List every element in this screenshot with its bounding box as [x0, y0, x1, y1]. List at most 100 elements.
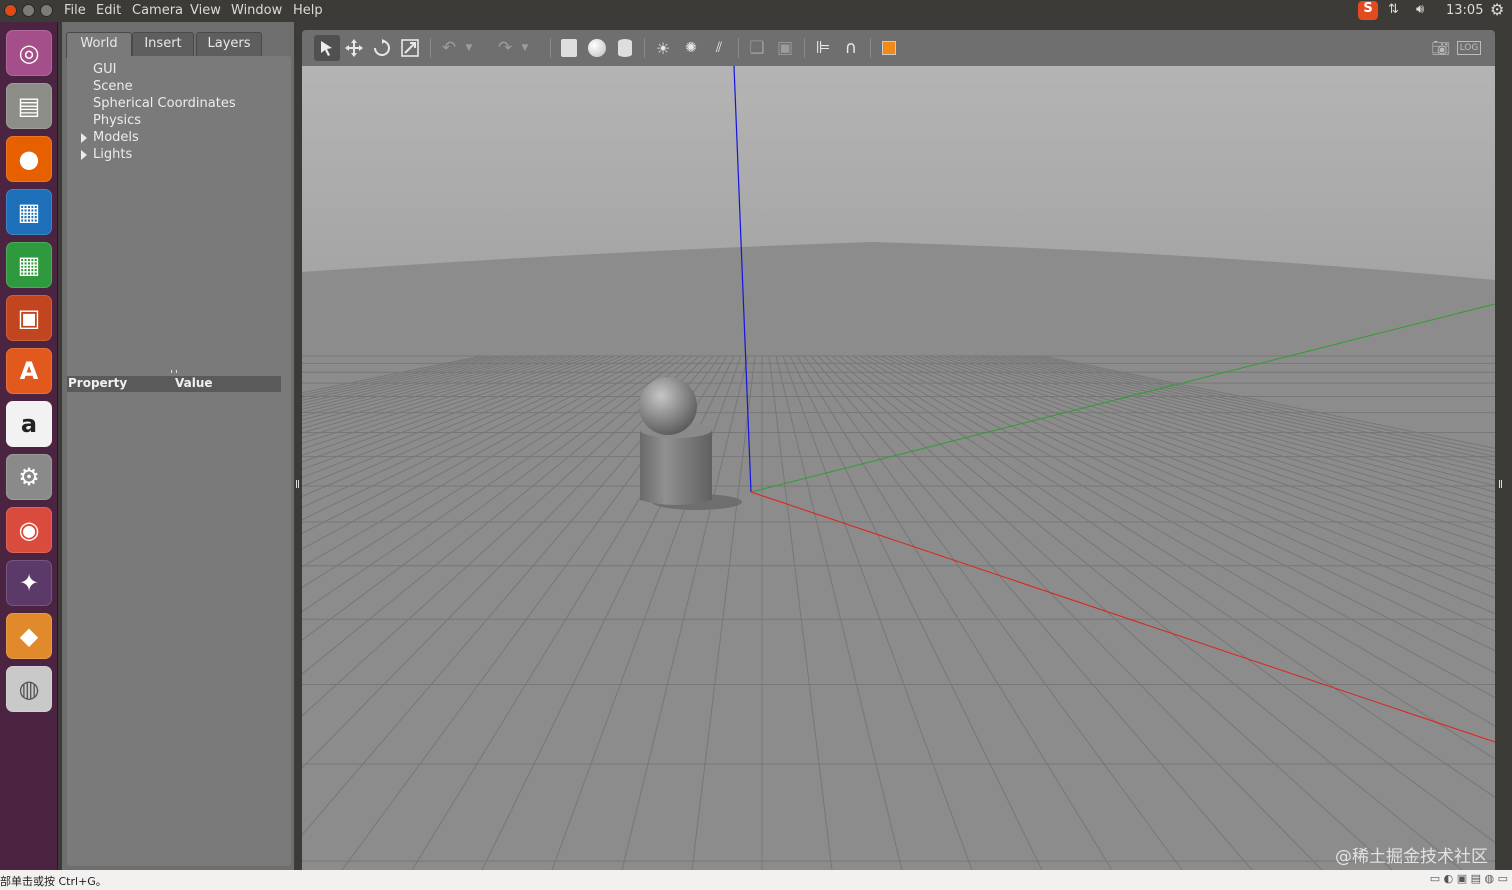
- menu-camera[interactable]: Camera: [132, 3, 183, 18]
- scene-canvas[interactable]: [302, 66, 1495, 870]
- dvd-icon[interactable]: ◍: [6, 666, 52, 712]
- redo-history-chevron-down-icon[interactable]: ▼: [518, 35, 532, 61]
- align-button[interactable]: ⊫: [810, 35, 836, 61]
- redo-button[interactable]: ↷: [492, 35, 518, 61]
- toolbar-separator: [430, 38, 431, 58]
- maximize-window-button[interactable]: [40, 4, 53, 17]
- undo-button[interactable]: ↶: [436, 35, 462, 61]
- tab-insert[interactable]: Insert: [132, 32, 194, 56]
- files-icon[interactable]: ▤: [6, 83, 52, 129]
- 3d-viewport[interactable]: [302, 66, 1495, 870]
- sphere-icon: [588, 39, 606, 57]
- align-icon: ⊫: [815, 38, 831, 58]
- magnet-icon: ∩: [844, 38, 858, 58]
- undo-history-chevron-down-icon[interactable]: ▼: [462, 35, 476, 61]
- ros-icon[interactable]: ✦: [6, 560, 52, 606]
- log-icon: LOG: [1456, 41, 1482, 55]
- writer-icon[interactable]: ▦: [6, 189, 52, 235]
- cylinder-model: [640, 430, 712, 505]
- calc-icon[interactable]: ▦: [6, 242, 52, 288]
- network-icon[interactable]: ⇅: [1388, 2, 1399, 17]
- sphere-model: [639, 377, 697, 435]
- ubuntu-dash-icon[interactable]: ◎: [6, 30, 52, 76]
- log-button[interactable]: LOG: [1456, 35, 1482, 61]
- clock[interactable]: 13:05: [1446, 3, 1483, 18]
- tree-item-models[interactable]: Models: [93, 130, 139, 145]
- status-text: 部单击或按 Ctrl+G。: [0, 875, 107, 888]
- gear-icon[interactable]: ⚙: [1490, 0, 1504, 19]
- scale-icon: [401, 39, 419, 57]
- spot-light-icon: ✺: [685, 40, 697, 56]
- toolbar: ↶ ▼ ↷ ▼ ☀ ✺ ⫽ ❏ ▣ ⊫ ∩ 📷︎ LOG: [302, 30, 1495, 66]
- cylinder-shape-button[interactable]: [612, 35, 638, 61]
- copy-button[interactable]: ❏: [744, 35, 770, 61]
- launcher: ◎ ▤ ● ▦ ▦ ▣ Aa ⚙ ◉ ✦ ◆ ◍: [0, 22, 58, 870]
- firefox-icon[interactable]: ●: [6, 136, 52, 182]
- spot-light-button[interactable]: ✺: [678, 35, 704, 61]
- menu-view[interactable]: View: [190, 3, 221, 18]
- sun-icon: ☀: [655, 38, 671, 58]
- software-center-icon[interactable]: A: [6, 348, 52, 394]
- tree-item-scene[interactable]: Scene: [93, 79, 133, 94]
- impress-icon[interactable]: ▣: [6, 295, 52, 341]
- settings-icon[interactable]: ⚙: [6, 454, 52, 500]
- left-panel: World Insert Layers GUI Scene Spherical …: [62, 22, 298, 870]
- property-table-header: Property Value: [67, 370, 281, 392]
- menu-file[interactable]: File: [64, 3, 86, 18]
- close-window-button[interactable]: [4, 4, 17, 17]
- column-resize-handle[interactable]: [171, 370, 177, 373]
- world-tree: GUI Scene Spherical Coordinates Physics …: [67, 56, 291, 866]
- toolbar-separator: [870, 38, 871, 58]
- view-angle-button[interactable]: [876, 35, 902, 61]
- tree-item-gui[interactable]: GUI: [93, 62, 116, 77]
- point-light-button[interactable]: ☀: [650, 35, 676, 61]
- menu-help[interactable]: Help: [293, 3, 323, 18]
- sphere-shape-button[interactable]: [584, 35, 610, 61]
- rotate-mode-button[interactable]: [369, 35, 395, 61]
- box-shape-button[interactable]: [556, 35, 582, 61]
- menu-window[interactable]: Window: [231, 3, 282, 18]
- tree-item-physics[interactable]: Physics: [93, 113, 141, 128]
- tab-world[interactable]: World: [66, 32, 132, 58]
- translate-mode-button[interactable]: [341, 35, 367, 61]
- move-arrows-icon: [345, 39, 363, 57]
- amazon-icon[interactable]: a: [6, 401, 52, 447]
- value-column-header: Value: [175, 376, 213, 390]
- tree-item-lights[interactable]: Lights: [93, 147, 132, 162]
- view-cube-icon: [882, 41, 896, 55]
- input-method-icon[interactable]: S: [1358, 1, 1378, 20]
- menu-edit[interactable]: Edit: [96, 3, 121, 18]
- minimize-window-button[interactable]: [22, 4, 35, 17]
- tab-layers[interactable]: Layers: [196, 32, 262, 56]
- cylinder-icon: [618, 39, 632, 57]
- top-panel: File Edit Camera View Window Help S ⇅ 🔊︎…: [0, 0, 1512, 22]
- watermark: @稀土掘金技术社区: [1335, 847, 1488, 867]
- snap-button[interactable]: ∩: [838, 35, 864, 61]
- directional-light-button[interactable]: ⫽: [706, 35, 732, 61]
- screenshot-button[interactable]: 📷︎: [1428, 35, 1454, 61]
- status-bar: 部单击或按 Ctrl+G。 ▭ ◐ ▣ ▤ ◍ ▭: [0, 870, 1512, 890]
- expand-arrow-icon[interactable]: [81, 150, 87, 160]
- paste-button[interactable]: ▣: [772, 35, 798, 61]
- ground-plane: [302, 242, 1495, 870]
- arrow-pointer-icon: [321, 41, 332, 56]
- rotate-icon: [374, 39, 390, 56]
- volume-icon[interactable]: 🔊︎: [1416, 2, 1424, 17]
- tree-item-spherical-coordinates[interactable]: Spherical Coordinates: [93, 96, 236, 111]
- tray-icons: ▭ ◐ ▣ ▤ ◍ ▭: [1429, 872, 1508, 885]
- property-column-header: Property: [68, 376, 128, 390]
- right-splitter-handle[interactable]: [1495, 22, 1512, 870]
- paste-icon: ▣: [776, 38, 794, 58]
- select-mode-button[interactable]: [314, 35, 340, 61]
- scale-mode-button[interactable]: [397, 35, 423, 61]
- box-icon: [561, 39, 577, 57]
- camera-icon: 📷︎: [1431, 39, 1451, 57]
- copy-icon: ❏: [749, 38, 765, 58]
- gazebo-icon[interactable]: ◆: [6, 613, 52, 659]
- toolbar-separator: [738, 38, 739, 58]
- toolbar-separator: [804, 38, 805, 58]
- expand-arrow-icon[interactable]: [81, 133, 87, 143]
- chrome-icon[interactable]: ◉: [6, 507, 52, 553]
- left-splitter-handle[interactable]: [294, 22, 302, 870]
- toolbar-separator: [550, 38, 551, 58]
